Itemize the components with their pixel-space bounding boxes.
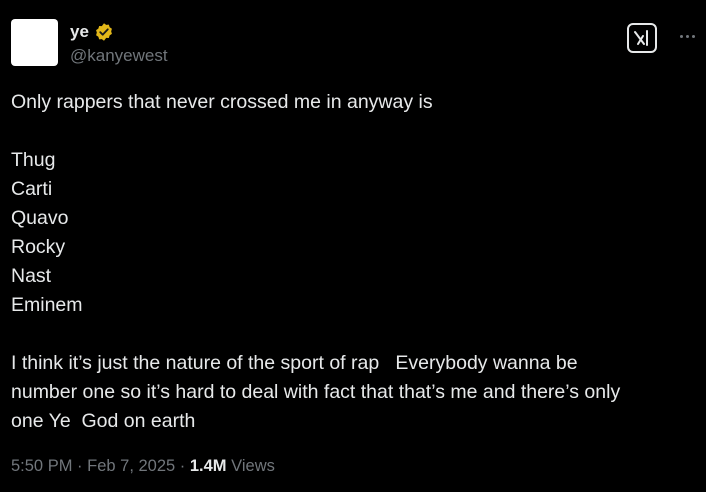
- tweet-text: Only rappers that never crossed me in an…: [11, 88, 691, 436]
- tweet-line: Rocky: [11, 236, 66, 258]
- tweet-line: number one so it’s hard to deal with fac…: [11, 381, 621, 403]
- tweet-line: Only rappers that never crossed me in an…: [11, 91, 433, 113]
- more-options-button[interactable]: [676, 26, 698, 46]
- tweet-line: Nast: [11, 265, 52, 287]
- tweet-date[interactable]: Feb 7, 2025: [87, 457, 175, 475]
- tweet-line: Eminem: [11, 294, 83, 316]
- tweet-line: Thug: [11, 149, 56, 171]
- author-name-row: ye: [70, 22, 114, 42]
- verified-badge-icon[interactable]: [94, 22, 114, 42]
- tweet-line-gap: [11, 117, 691, 146]
- tweet-line: Quavo: [11, 207, 69, 229]
- meta-separator: ·: [72, 457, 88, 475]
- grok-icon: [634, 30, 648, 46]
- views-label: Views: [226, 457, 275, 475]
- tweet-meta: 5:50 PM · Feb 7, 2025 · 1.4M Views: [11, 455, 275, 477]
- views-count[interactable]: 1.4M: [190, 457, 227, 475]
- tweet-time[interactable]: 5:50 PM: [11, 457, 72, 475]
- grok-button[interactable]: [627, 23, 657, 53]
- meta-separator: ·: [175, 457, 190, 475]
- tweet-line: Carti: [11, 178, 53, 200]
- display-name[interactable]: ye: [70, 22, 89, 42]
- tweet-line: I think it’s just the nature of the spor…: [11, 352, 578, 374]
- more-icon: [679, 34, 683, 38]
- author-handle[interactable]: @kanyewest: [70, 46, 168, 66]
- tweet-card: ye @kanyewest Only rappers that never cr…: [0, 0, 706, 492]
- tweet-line: one Ye God on earth: [11, 410, 196, 432]
- avatar[interactable]: [11, 19, 58, 66]
- tweet-line-gap: [11, 320, 691, 349]
